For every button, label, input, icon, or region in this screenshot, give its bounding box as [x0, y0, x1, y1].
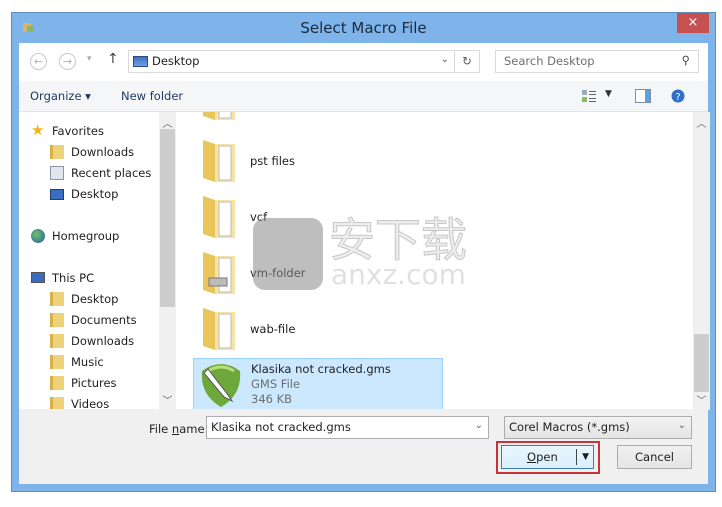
bottom-panel: File name: Klasika not cracked.gms ⌄ Cor…	[19, 409, 708, 484]
folder-icon	[203, 308, 235, 350]
homegroup-icon	[31, 229, 45, 243]
file-list-scrollbar[interactable]: ︿ ﹀	[693, 112, 710, 410]
star-icon: ★	[31, 121, 45, 139]
file-item-partial[interactable]	[193, 112, 443, 124]
file-type-value: Corel Macros (*.gms)	[509, 420, 630, 434]
cancel-button[interactable]: Cancel	[617, 445, 692, 469]
preview-pane-icon[interactable]	[635, 89, 651, 103]
desktop-folder-icon	[50, 292, 64, 306]
file-item[interactable]: vcf	[193, 190, 443, 242]
forward-button[interactable]: →	[59, 53, 76, 70]
split-divider	[576, 449, 577, 465]
nav-scroll-thumb[interactable]	[160, 129, 175, 307]
up-arrow-icon[interactable]: ↑	[107, 51, 119, 67]
new-folder-button[interactable]: New folder	[121, 89, 183, 103]
downloads-folder-icon	[50, 145, 64, 159]
window-title: Select Macro File	[300, 19, 427, 37]
organize-button[interactable]: Organize ▾	[30, 89, 91, 103]
chevron-down-icon[interactable]: ⌄	[441, 54, 449, 65]
search-input[interactable]: Search Desktop ⚲	[495, 50, 699, 73]
folder-icon	[203, 112, 235, 120]
scroll-up-icon[interactable]: ︿	[159, 115, 176, 130]
content-area: ★ Favorites Downloads Recent places Desk…	[19, 111, 710, 410]
file-type-select[interactable]: Corel Macros (*.gms) ⌄	[504, 416, 692, 439]
toolbar: Organize ▾ New folder ▼ ?	[19, 81, 708, 111]
chevron-down-icon[interactable]: ⌄	[678, 420, 686, 431]
recent-places-icon	[50, 166, 64, 180]
filename-label: File name:	[149, 422, 209, 436]
close-button[interactable]: ×	[677, 13, 709, 33]
refresh-icon[interactable]: ↻	[454, 51, 479, 72]
desktop-icon	[50, 189, 64, 200]
folder-icon	[203, 196, 235, 238]
documents-folder-icon	[50, 313, 64, 327]
open-button[interactable]: Open ▼	[501, 445, 594, 469]
svg-text:?: ?	[675, 92, 680, 103]
file-scroll-thumb[interactable]	[694, 334, 709, 392]
back-button[interactable]: ←	[30, 53, 47, 70]
file-list: pst files vcf vm-folder wab-file Klasika…	[183, 112, 693, 410]
downloads-folder-icon	[50, 334, 64, 348]
music-folder-icon	[50, 355, 64, 369]
search-placeholder: Search Desktop	[504, 54, 595, 68]
nav-scrollbar[interactable]: ︿ ﹀	[159, 112, 176, 410]
scroll-down-icon[interactable]: ﹀	[693, 392, 710, 407]
folder-drive-icon	[203, 252, 235, 294]
dialog-client: ← → ▾ ↑ Desktop ⌄ ↻ Search Desktop ⚲ Org…	[19, 43, 710, 484]
filename-input[interactable]: Klasika not cracked.gms ⌄	[206, 416, 489, 439]
view-dropdown-icon[interactable]: ▼	[605, 89, 612, 99]
desktop-icon	[133, 56, 148, 67]
file-item[interactable]: wab-file	[193, 302, 443, 354]
title-bar: Select Macro File ×	[12, 13, 715, 43]
folder-icon	[203, 140, 235, 182]
scroll-up-icon[interactable]: ︿	[693, 115, 710, 130]
open-dropdown-icon[interactable]: ▼	[582, 446, 589, 468]
search-icon[interactable]: ⚲	[682, 53, 690, 67]
recent-locations-icon[interactable]: ▾	[87, 54, 92, 64]
file-item-selected[interactable]: Klasika not cracked.gms GMS File 346 KB	[193, 358, 443, 410]
help-icon[interactable]: ?	[671, 89, 685, 103]
file-item[interactable]: vm-folder	[193, 246, 443, 298]
filename-value: Klasika not cracked.gms	[211, 420, 351, 434]
file-item[interactable]: pst files	[193, 134, 443, 186]
dialog-window: Select Macro File × ← → ▾ ↑ Desktop ⌄ ↻ …	[11, 12, 716, 492]
view-options-icon[interactable]	[582, 90, 596, 103]
address-bar[interactable]: Desktop ⌄ ↻	[128, 50, 480, 73]
corel-macro-icon	[201, 364, 241, 407]
pictures-folder-icon	[50, 376, 64, 390]
chevron-down-icon[interactable]: ⌄	[475, 420, 483, 431]
address-text: Desktop	[152, 54, 200, 68]
navigation-pane: ★ Favorites Downloads Recent places Desk…	[31, 121, 152, 410]
computer-icon	[31, 272, 45, 283]
address-row: ← → ▾ ↑ Desktop ⌄ ↻ Search Desktop ⚲	[19, 43, 708, 81]
scroll-down-icon[interactable]: ﹀	[159, 392, 176, 407]
